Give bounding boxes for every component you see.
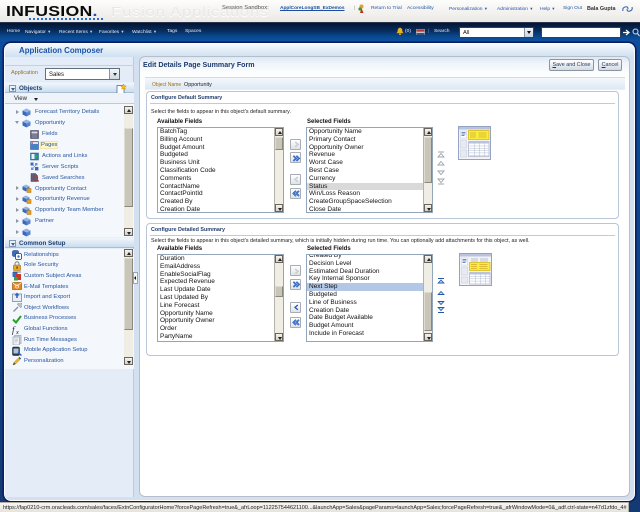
svg-text:x: x	[15, 329, 19, 335]
